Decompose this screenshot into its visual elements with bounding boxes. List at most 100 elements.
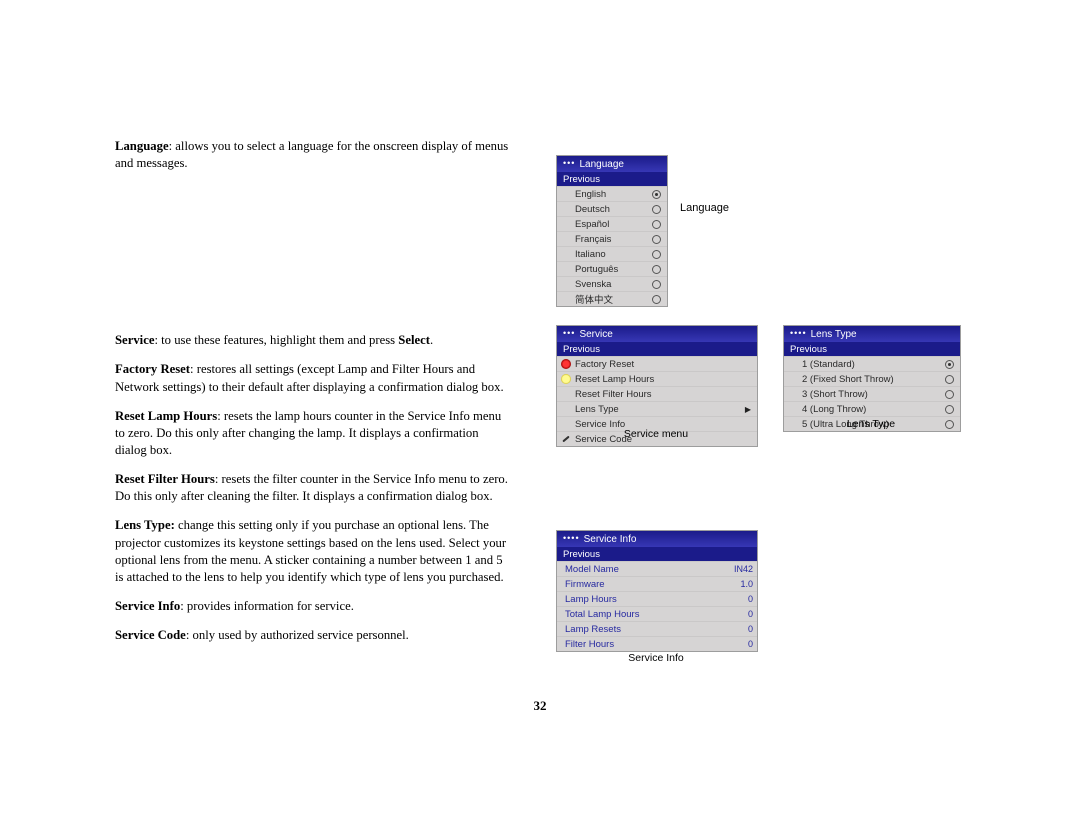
lead: Reset Lamp Hours <box>115 409 217 423</box>
label: Italiano <box>575 249 606 260</box>
radio-icon <box>652 250 661 259</box>
menu-item[interactable]: Italiano <box>557 247 667 262</box>
radio-icon <box>652 265 661 274</box>
menu-item[interactable]: 1 (Standard) <box>784 357 960 372</box>
menu-item[interactable]: 简体中文 <box>557 292 667 306</box>
menu-item-previous[interactable]: Previous <box>557 172 667 187</box>
menu-item[interactable]: Español <box>557 217 667 232</box>
menu-item-previous[interactable]: Previous <box>784 342 960 357</box>
lead: Service <box>115 333 154 347</box>
value: 1.0 <box>740 579 753 589</box>
lead: Service Info <box>115 599 180 613</box>
label: Reset Lamp Hours <box>575 374 654 385</box>
menu-item[interactable]: 2 (Fixed Short Throw) <box>784 372 960 387</box>
radio-icon <box>652 205 661 214</box>
radio-icon <box>652 235 661 244</box>
lead: Reset Filter Hours <box>115 472 215 486</box>
red-icon <box>561 359 571 369</box>
menu-item[interactable]: English <box>557 187 667 202</box>
lead: Service Code <box>115 628 186 642</box>
bulb-icon <box>561 374 571 384</box>
label: Previous <box>790 344 827 355</box>
label: Français <box>575 234 611 245</box>
radio-icon <box>945 375 954 384</box>
label: Total Lamp Hours <box>565 609 639 620</box>
info-row: Model Name IN42 <box>557 562 757 577</box>
bold-select: Select <box>398 333 430 347</box>
lead: Lens Type: <box>115 518 175 532</box>
menu-item[interactable]: Português <box>557 262 667 277</box>
radio-icon <box>945 360 954 369</box>
menu-header: •••Service <box>557 326 757 342</box>
menu-item[interactable]: Français <box>557 232 667 247</box>
lens-type-menu[interactable]: •••• Lens Type Previous 1 (Standard) 2 (Fi… <box>783 325 961 432</box>
menu-item[interactable]: Svenska <box>557 277 667 292</box>
para-reset-filter: Reset Filter Hours: resets the filter co… <box>115 471 510 505</box>
label: Lamp Hours <box>565 594 617 605</box>
label: Lamp Resets <box>565 624 621 635</box>
label: Previous <box>563 344 600 355</box>
body: : to use these features, highlight them … <box>154 333 398 347</box>
label: English <box>575 189 606 200</box>
value: 0 <box>748 624 753 634</box>
value: IN42 <box>734 564 753 574</box>
label: Português <box>575 264 618 275</box>
label: Previous <box>563 174 600 185</box>
menu-title: Service <box>579 329 612 340</box>
para-reset-lamp: Reset Lamp Hours: resets the lamp hours … <box>115 408 510 459</box>
para-factory-reset: Factory Reset: restores all settings (ex… <box>115 361 510 395</box>
label: Model Name <box>565 564 619 575</box>
info-row: Firmware1.0 <box>557 577 757 592</box>
value: 0 <box>748 639 753 649</box>
label: 简体中文 <box>575 292 613 306</box>
info-row: Lamp Resets 0 <box>557 622 757 637</box>
menu-item[interactable]: Lens Type ▶ <box>557 402 757 417</box>
menu-item[interactable]: Reset Filter Hours <box>557 387 757 402</box>
label: 2 (Fixed Short Throw) <box>802 374 894 385</box>
service-info-menu[interactable]: ••••Service Info Previous Model Name IN42… <box>556 530 758 652</box>
info-row: Filter Hours0 <box>557 637 757 651</box>
menu-item[interactable]: Deutsch <box>557 202 667 217</box>
header-dots-icon: ••• <box>563 158 575 168</box>
radio-icon <box>945 390 954 399</box>
menu-header: ••••Service Info <box>557 531 757 547</box>
radio-icon <box>652 190 661 199</box>
label: Lens Type <box>575 404 619 415</box>
header-dots-icon: •••• <box>790 328 807 338</box>
value: 0 <box>748 594 753 604</box>
lead: Factory Reset <box>115 362 190 376</box>
body: : provides information for service. <box>180 599 354 613</box>
para-language: Language: allows you to select a languag… <box>115 138 510 172</box>
tail: . <box>430 333 433 347</box>
para-service: Service: to use these features, highligh… <box>115 332 510 349</box>
info-row: Total Lamp Hours 0 <box>557 607 757 622</box>
value: 0 <box>748 609 753 619</box>
label: 4 (Long Throw) <box>802 404 866 415</box>
service-menu-caption: Service menu <box>556 428 756 440</box>
menu-item-previous[interactable]: Previous <box>557 547 757 562</box>
menu-header: ••• Language <box>557 156 667 172</box>
label: Factory Reset <box>575 359 634 370</box>
menu-item[interactable]: Reset Lamp Hours <box>557 372 757 387</box>
menu-title: Language <box>579 159 624 170</box>
body: : only used by authorized service person… <box>186 628 409 642</box>
menu-header: •••• Lens Type <box>784 326 960 342</box>
label: 1 (Standard) <box>802 359 855 370</box>
label: 3 (Short Throw) <box>802 389 868 400</box>
menu-item[interactable]: 3 (Short Throw) <box>784 387 960 402</box>
radio-icon <box>652 220 661 229</box>
lens-type-caption: Lens Type <box>783 418 959 430</box>
info-row: Lamp Hours 0 <box>557 592 757 607</box>
para-lens-type: Lens Type: change this setting only if y… <box>115 517 510 586</box>
language-menu[interactable]: ••• Language Previous English DeutschEspañ… <box>556 155 668 307</box>
body-text: Language: allows you to select a languag… <box>115 138 510 656</box>
label: Svenska <box>575 279 611 290</box>
menu-item[interactable]: Factory Reset <box>557 357 757 372</box>
body: : allows you to select a language for th… <box>115 139 508 170</box>
submenu-arrow-icon: ▶ <box>745 405 751 414</box>
para-service-info: Service Info: provides information for s… <box>115 598 510 615</box>
menu-title: Lens Type <box>811 329 857 340</box>
para-service-code: Service Code: only used by authorized se… <box>115 627 510 644</box>
menu-item[interactable]: 4 (Long Throw) <box>784 402 960 417</box>
menu-item-previous[interactable]: Previous <box>557 342 757 357</box>
